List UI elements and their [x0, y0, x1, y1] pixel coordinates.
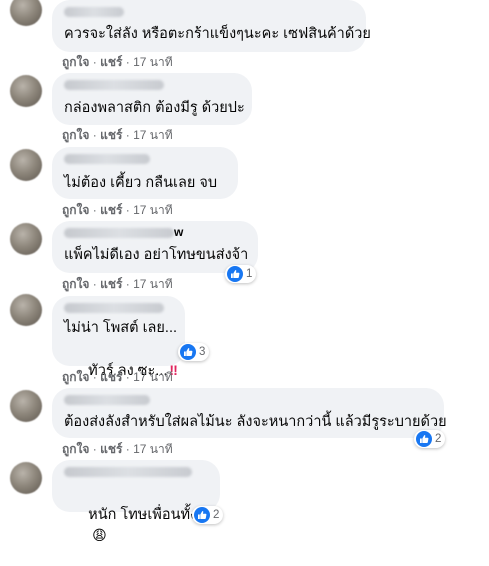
commenter-name-blurred[interactable] — [64, 228, 174, 238]
comment-bubble: กล่องพลาสติก ต้องมีรู ด้วยปะ — [52, 73, 252, 125]
comment-text: หนัก โทษเพื่อนทั้งเพ 😩 — [64, 485, 211, 566]
separator: · — [122, 203, 134, 217]
tired-face-emoji-icon: 😩 — [92, 527, 107, 543]
comment-actions: ถูกใจ · แชร์ · 17 นาที — [62, 53, 173, 72]
comment-bubble: ไม่ต้อง เคี้ยว กลืนเลย จบ — [52, 147, 238, 199]
thumbs-up-icon — [416, 431, 432, 447]
share-link[interactable]: แชร์ — [100, 128, 122, 142]
timestamp[interactable]: 17 นาที — [133, 442, 173, 456]
separator: · — [89, 277, 101, 291]
comment-text: แพ็คไม่ดีเอง อย่าโทษขนส่งจ้า — [64, 247, 249, 263]
comment-text: กล่องพลาสติก ต้องมีรู ด้วยปะ — [64, 100, 245, 116]
separator: · — [89, 370, 101, 384]
timestamp[interactable]: 17 นาที — [133, 370, 173, 384]
share-link[interactable]: แชร์ — [100, 55, 122, 69]
like-link[interactable]: ถูกใจ — [62, 203, 89, 217]
comment-text-line-1: ไม่น่า โพสต์ เลย... — [64, 320, 177, 336]
comment-text: ต้องส่งลังสำหรับใส่ผลไม้นะ ลังจะหนากว่าน… — [64, 414, 447, 430]
reaction-number: 2 — [435, 433, 442, 445]
avatar[interactable] — [10, 0, 42, 26]
timestamp[interactable]: 17 นาที — [133, 277, 173, 291]
commenter-name-blurred[interactable] — [64, 80, 164, 90]
comment-actions: ถูกใจ · แชร์ · 17 นาที — [62, 275, 173, 294]
thumbs-up-icon — [180, 344, 196, 360]
timestamp[interactable]: 17 นาที — [133, 128, 173, 142]
comment-bubble: ควรจะใส่ลัง หรือตะกร้าแข็งๆนะคะ เซฟสินค้… — [52, 0, 371, 52]
separator: · — [122, 442, 134, 456]
separator: · — [89, 128, 101, 142]
separator: · — [89, 442, 101, 456]
comment-actions: ถูกใจ · แชร์ · 17 นาที — [62, 368, 173, 387]
separator: · — [122, 277, 134, 291]
like-link[interactable]: ถูกใจ — [62, 277, 89, 291]
separator: · — [89, 55, 101, 69]
comment-bubble: ต้องส่งลังสำหรับใส่ผลไม้นะ ลังจะหนากว่าน… — [52, 388, 447, 438]
comment-actions: ถูกใจ · แชร์ · 17 นาที — [62, 126, 173, 145]
commenter-name-blurred[interactable] — [64, 303, 164, 313]
avatar[interactable] — [10, 294, 42, 326]
like-link[interactable]: ถูกใจ — [62, 370, 89, 384]
share-link[interactable]: แชร์ — [100, 442, 122, 456]
reaction-number: 2 — [213, 509, 220, 521]
commenter-name-blurred[interactable] — [64, 395, 150, 405]
avatar[interactable] — [10, 223, 42, 255]
comment-bubble: หนัก โทษเพื่อนทั้งเพ 😩 — [52, 460, 220, 543]
share-link[interactable]: แชร์ — [100, 370, 122, 384]
commenter-name-blurred[interactable] — [64, 467, 192, 477]
reaction-count[interactable]: 2 — [414, 430, 446, 448]
share-link[interactable]: แชร์ — [100, 203, 122, 217]
comment-bubble: w แพ็คไม่ดีเอง อย่าโทษขนส่งจ้า — [52, 221, 258, 273]
separator: · — [89, 203, 101, 217]
reaction-count[interactable]: 1 — [225, 265, 257, 283]
comment-bubble: ไม่น่า โพสต์ เลย... ทัวร์ ลง ซะ... ‼ — [52, 296, 185, 379]
avatar[interactable] — [10, 390, 42, 422]
separator: · — [122, 370, 134, 384]
thumbs-up-icon — [194, 507, 210, 523]
reaction-number: 3 — [199, 346, 206, 358]
timestamp[interactable]: 17 นาที — [133, 203, 173, 217]
separator: · — [122, 128, 134, 142]
comment-text: ไม่ต้อง เคี้ยว กลืนเลย จบ — [64, 175, 218, 191]
commenter-name-blurred[interactable] — [64, 7, 124, 17]
like-link[interactable]: ถูกใจ — [62, 442, 89, 456]
avatar[interactable] — [10, 75, 42, 107]
reaction-count[interactable]: 2 — [192, 506, 224, 524]
reaction-count[interactable]: 3 — [178, 343, 210, 361]
commenter-name-blurred[interactable] — [64, 154, 150, 164]
thumbs-up-icon — [227, 266, 243, 282]
reaction-number: 1 — [246, 268, 253, 280]
commenter-name-tail[interactable]: w — [174, 225, 183, 239]
comment-actions: ถูกใจ · แชร์ · 17 นาที — [62, 440, 173, 459]
timestamp[interactable]: 17 นาที — [133, 55, 173, 69]
comment-text: ควรจะใส่ลัง หรือตะกร้าแข็งๆนะคะ เซฟสินค้… — [64, 26, 371, 42]
comment-actions: ถูกใจ · แชร์ · 17 นาที — [62, 201, 173, 220]
share-link[interactable]: แชร์ — [100, 277, 122, 291]
avatar[interactable] — [10, 462, 42, 494]
like-link[interactable]: ถูกใจ — [62, 128, 89, 142]
like-link[interactable]: ถูกใจ — [62, 55, 89, 69]
avatar[interactable] — [10, 149, 42, 181]
separator: · — [122, 55, 134, 69]
